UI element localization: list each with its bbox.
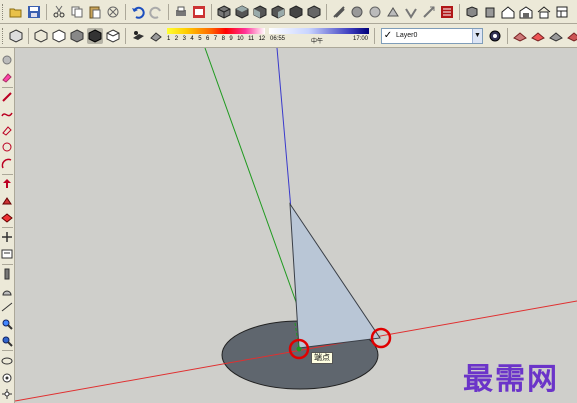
month-tick: 8 — [221, 35, 225, 42]
stamp-icon[interactable] — [385, 4, 401, 20]
look-around-tool-icon[interactable] — [1, 371, 14, 384]
month-tick: 1 — [167, 35, 171, 42]
line-icon[interactable] — [1, 91, 14, 104]
print-icon[interactable] — [173, 4, 189, 20]
model-info-icon[interactable] — [191, 4, 207, 20]
chevron-down-icon[interactable]: ▼ — [472, 28, 482, 43]
select-icon[interactable] — [1, 54, 14, 67]
shadow-time-slider[interactable]: 06:55 中午 17:00 — [269, 27, 369, 45]
warehouse-icon[interactable] — [518, 4, 534, 20]
freehand-icon[interactable] — [1, 107, 14, 120]
watermark-text: 最需网 — [463, 362, 559, 397]
month-gradient — [167, 27, 265, 34]
move-icon[interactable] — [1, 231, 14, 244]
redo-icon[interactable] — [148, 4, 164, 20]
dimension-icon[interactable] — [1, 301, 14, 314]
cut-icon[interactable] — [51, 4, 67, 20]
layer-manager-icon[interactable] — [487, 28, 503, 44]
time-noon-label: 中午 — [311, 38, 324, 45]
upload-icon[interactable] — [554, 4, 570, 20]
smoove-icon[interactable] — [367, 4, 383, 20]
layer-active-check-icon: ✓ — [383, 30, 393, 41]
style-wireframe-icon[interactable] — [33, 28, 49, 44]
fog-icon[interactable] — [148, 28, 164, 44]
green-axis — [204, 48, 301, 314]
style-hidden-line-icon[interactable] — [51, 28, 67, 44]
sandbox-from-contours-icon[interactable] — [512, 28, 528, 44]
time-gradient — [269, 27, 369, 34]
month-tick: 9 — [229, 35, 233, 42]
layer-dropdown[interactable]: ✓ Layer0 ▼ — [381, 27, 483, 44]
shadows-icon[interactable] — [130, 28, 146, 44]
style-textured-icon[interactable] — [87, 27, 103, 44]
month-tick: 10 — [237, 35, 244, 42]
endpoint-marker — [296, 346, 302, 352]
follow-me-icon[interactable] — [1, 194, 14, 207]
drape-icon[interactable] — [403, 4, 419, 20]
eraser-icon[interactable] — [1, 71, 14, 84]
left-tool-palette — [0, 48, 15, 403]
eye-walk-icon[interactable] — [548, 28, 564, 44]
scene-canvas[interactable] — [15, 48, 577, 403]
back-view-icon[interactable] — [288, 4, 304, 20]
month-tick: 4 — [190, 35, 194, 42]
undo-icon[interactable] — [130, 4, 146, 20]
push-pull-icon[interactable] — [1, 178, 14, 191]
main-toolbar — [0, 0, 577, 24]
orbit-icon[interactable] — [1, 354, 14, 367]
protractor-icon[interactable] — [1, 284, 14, 297]
top-view-icon[interactable] — [234, 4, 250, 20]
open-folder-icon[interactable] — [8, 4, 24, 20]
tape-measure-icon[interactable] — [1, 268, 14, 281]
zoom-icon[interactable] — [1, 318, 14, 331]
sandbox-icon[interactable] — [349, 4, 365, 20]
style-shadow-layer-toolbar: 1 2 3 4 5 6 7 8 9 10 11 12 06:55 中午 17:0… — [0, 24, 577, 48]
text-icon[interactable] — [1, 248, 14, 261]
month-tick: 12 — [258, 35, 265, 42]
left-view-icon[interactable] — [306, 4, 322, 20]
get-models-icon[interactable] — [536, 4, 552, 20]
xray-icon[interactable] — [331, 4, 347, 20]
circle-icon[interactable] — [1, 141, 14, 154]
copy-icon[interactable] — [69, 4, 85, 20]
time-start-label: 06:55 — [270, 35, 286, 42]
flip-edge-icon[interactable] — [439, 4, 455, 20]
position-camera-tool-icon[interactable] — [1, 388, 14, 401]
toolbar-grip[interactable] — [2, 3, 5, 20]
cone-profile-triangle[interactable] — [289, 202, 381, 349]
add-detail-icon[interactable] — [421, 4, 437, 20]
style-xray-icon[interactable] — [8, 28, 24, 44]
share-model-icon[interactable] — [500, 4, 516, 20]
position-camera-icon[interactable] — [566, 28, 577, 44]
modeling-viewport[interactable]: 端点 最需网 — [15, 48, 577, 403]
inference-tooltip: 端点 — [311, 352, 333, 364]
arc-icon[interactable] — [1, 158, 14, 171]
month-tick: 7 — [213, 35, 217, 42]
style-monochrome-icon[interactable] — [105, 28, 121, 44]
zoom-window-icon[interactable] — [1, 335, 14, 348]
save-icon[interactable] — [26, 4, 42, 20]
toolbar-grip[interactable] — [2, 27, 5, 44]
month-tick: 3 — [182, 35, 186, 42]
sandbox-from-scratch-icon[interactable] — [530, 28, 546, 44]
month-tick: 5 — [198, 35, 202, 42]
month-ticks: 1 2 3 4 5 6 7 8 9 10 11 12 — [167, 36, 265, 42]
month-tick: 2 — [174, 35, 178, 42]
offset-icon[interactable] — [1, 211, 14, 224]
iso-view-icon[interactable] — [216, 4, 232, 20]
month-tick: 11 — [248, 35, 254, 42]
time-end-label: 17:00 — [352, 35, 368, 42]
shadow-month-slider[interactable]: 1 2 3 4 5 6 7 8 9 10 11 12 — [167, 27, 265, 45]
layer-name: Layer0 — [396, 32, 418, 39]
month-tick: 6 — [205, 35, 210, 42]
right-view-icon[interactable] — [270, 4, 286, 20]
house-icon[interactable] — [482, 4, 498, 20]
front-view-icon[interactable] — [252, 4, 268, 20]
paste-icon[interactable] — [87, 4, 103, 20]
style-shaded-icon[interactable] — [69, 28, 85, 44]
component-icon[interactable] — [464, 4, 480, 20]
rectangle-icon[interactable] — [1, 124, 14, 137]
erase-icon[interactable] — [105, 4, 121, 20]
